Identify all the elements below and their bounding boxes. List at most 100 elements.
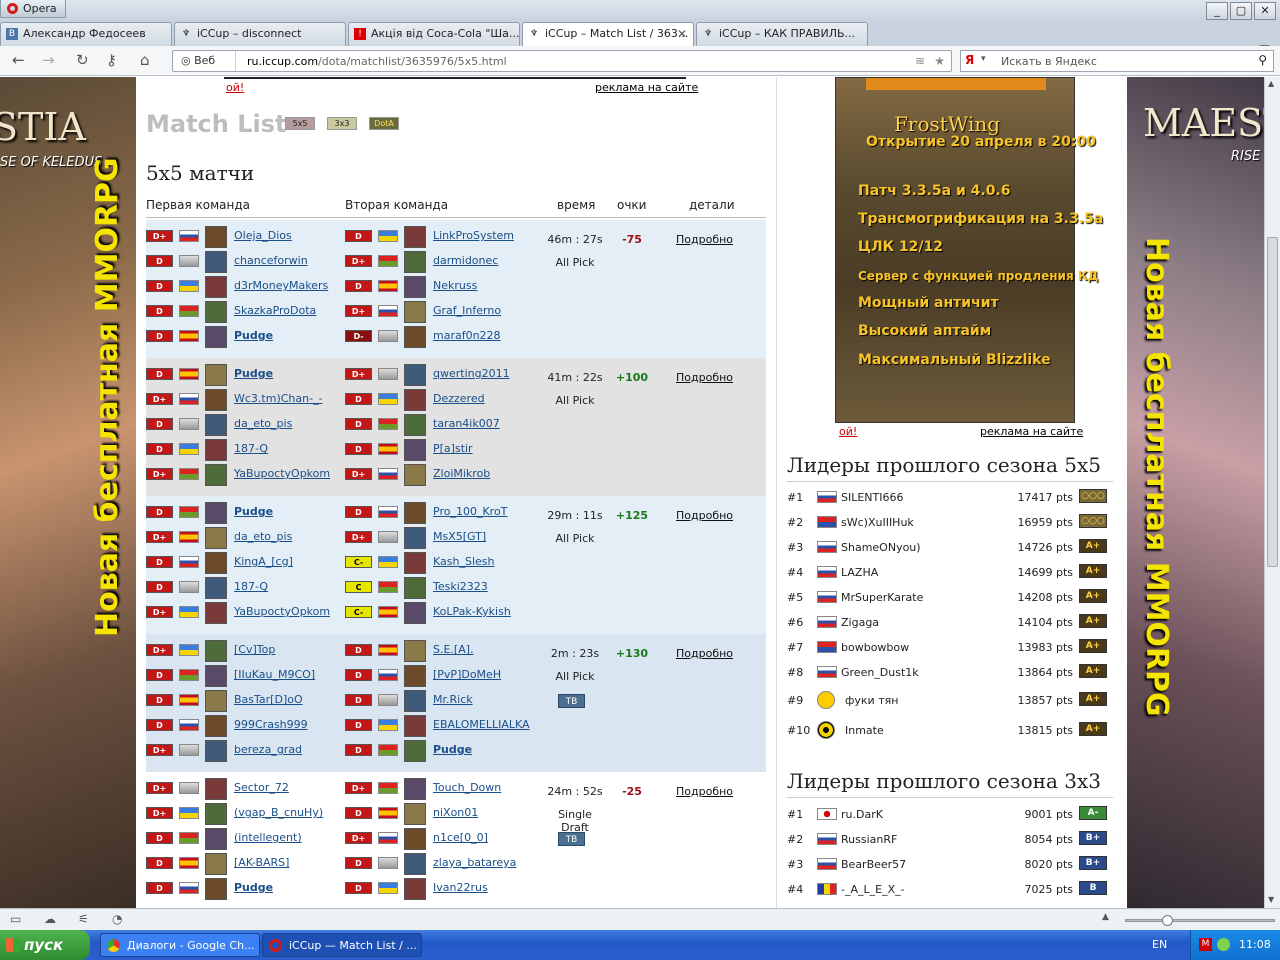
player-link[interactable]: Sector_72 [234,781,289,794]
ad-site-link[interactable]: реклама на сайте [595,81,698,94]
player-link[interactable]: [IIuKau_M9CO] [234,668,315,681]
player-link[interactable]: Oleja_Dios [234,229,292,242]
player-link[interactable]: n1ce[0_0] [433,831,488,844]
close-window-button[interactable]: ✕ [1254,2,1276,20]
tab-iccup-disconnect[interactable]: ♆ iCCup – disconnect [174,22,346,46]
player-link[interactable]: bereza_grad [234,743,302,756]
share-icon[interactable]: ⚟ [78,912,89,926]
task-opera[interactable]: iCCup — Match List / ... [262,933,422,957]
leader-name[interactable]: -_A_L_E_X_- [841,883,905,896]
player-link[interactable]: 187-Q [234,442,268,455]
side-ad-site-link[interactable]: реклама на сайте [980,425,1083,438]
forward-icon[interactable]: → [42,51,55,69]
player-link[interactable]: YaBupoctyOpkom [234,605,330,618]
leader-name[interactable]: ShameONyou) [841,541,921,554]
tab-match-list[interactable]: ♆ iCCup – Match List / 363... ✕ [522,22,694,47]
player-link[interactable]: [PvP]DoMeH [433,668,501,681]
home-icon[interactable]: ⌂ [140,51,150,69]
leader-name[interactable]: LAZHA [841,566,878,579]
key-icon[interactable]: ⚷ [106,51,117,69]
leader-name[interactable]: ru.DarK [841,808,883,821]
details-link[interactable]: Подробно [676,785,733,798]
leader-name[interactable]: Zigaga [841,616,879,629]
player-link[interactable]: Nekruss [433,279,477,292]
player-link[interactable]: Kash_Slesh [433,555,494,568]
player-link[interactable]: Dezzered [433,392,485,405]
player-link[interactable]: P[a]stir [433,442,473,455]
address-bar[interactable]: ◎ Веб ru.iccup.com/dota/matchlist/363597… [172,50,952,72]
player-link[interactable]: YaBupoctyOpkom [234,467,330,480]
player-link[interactable]: Mr.Rick [433,693,473,706]
search-box[interactable]: Я ▾ Искать в Яндекс ⚲ [960,50,1274,72]
leader-name[interactable]: фуки тян [845,694,898,707]
player-link[interactable]: Ivan22rus [433,881,488,894]
player-link[interactable]: Pudge [234,367,326,380]
zoom-out-icon[interactable]: ▲ [1102,912,1109,922]
player-link[interactable]: Graf_Inferno [433,304,501,317]
player-link[interactable]: Pudge [234,881,326,894]
player-link[interactable]: chanceforwin [234,254,308,267]
player-link[interactable]: EBALOMELLIALKA [433,718,530,731]
tab-coca-cola[interactable]: ! Акція від Coca-Cola "Ша... [348,22,520,46]
mode-3x3-icon[interactable]: 3x3 [327,117,357,130]
maximize-button[interactable]: ▢ [1230,2,1252,20]
search-input[interactable]: Искать в Яндекс [1001,55,1097,68]
player-link[interactable]: d3rMoneyMakers [234,279,328,292]
dota-icon[interactable]: DotA [369,117,399,130]
close-tab-icon[interactable]: ✕ [677,23,687,45]
start-button[interactable]: пуск [0,930,90,960]
search-icon[interactable]: ⚲ [1258,53,1267,67]
leader-name[interactable]: sWc)XuIIIHuk [841,516,914,529]
player-link[interactable]: Teski2323 [433,580,488,593]
leader-name[interactable]: RussianRF [841,833,897,846]
panel-toggle-icon[interactable]: ▭ [10,912,21,926]
player-link[interactable]: da_eto_pis [234,417,292,430]
player-link[interactable]: maraf0n228 [433,329,501,342]
side-ad-oi-link[interactable]: ой! [839,425,857,438]
yandex-icon[interactable]: Я [965,53,974,67]
player-link[interactable]: darmidonec [433,254,498,267]
player-link[interactable]: Pudge [433,743,525,756]
player-link[interactable]: niXon01 [433,806,478,819]
player-link[interactable]: zlaya_batareya [433,856,516,869]
leader-name[interactable]: Inmate [845,724,884,737]
mail-icon[interactable]: M [1199,938,1212,951]
left-ad-banner[interactable]: STIA SE OF KELEDUS Новая бесплатная MMOR… [0,77,136,908]
player-link[interactable]: (vgap_B_cnuHy) [234,806,323,819]
leader-name[interactable]: MrSuperKarate [841,591,923,604]
frostwing-ad[interactable]: FrostWing Открытие 20 апреля в 20:00 Пат… [835,77,1103,423]
scroll-down-icon[interactable]: ▼ [1268,895,1274,904]
tab-iccup-kak[interactable]: ♆ iCCup – КАК ПРАВИЛЬ... [696,22,868,46]
player-link[interactable]: 999Crash999 [234,718,308,731]
details-link[interactable]: Подробно [676,371,733,384]
top-ad-strip[interactable] [224,77,686,79]
player-link[interactable]: S.E.[A]. [433,643,474,656]
chevron-down-icon[interactable]: ▾ [981,54,986,64]
player-link[interactable]: qwerting2011 [433,367,510,380]
ad-oi-link[interactable]: ой! [226,81,244,94]
vertical-scrollbar[interactable]: ▲ ▼ [1264,77,1280,908]
player-link[interactable]: BasTar[D]oO [234,693,303,706]
rss-icon[interactable]: ≋ [915,54,925,68]
details-link[interactable]: Подробно [676,509,733,522]
reload-icon[interactable]: ↻ [76,51,89,69]
player-link[interactable]: Pudge [234,505,326,518]
scroll-thumb[interactable] [1267,237,1278,567]
player-link[interactable]: MsX5[GT] [433,530,486,543]
speed-icon[interactable]: ◔ [112,912,122,926]
player-link[interactable]: da_eto_pis [234,530,292,543]
leader-name[interactable]: bowbowbow [841,641,909,654]
player-link[interactable]: Pro_100_KroT [433,505,507,518]
tv-button[interactable]: ТВ [558,832,585,846]
zoom-slider[interactable] [1125,915,1275,926]
player-link[interactable]: Touch_Down [433,781,501,794]
url-text[interactable]: ru.iccup.com/dota/matchlist/3635976/5x5.… [247,55,507,68]
player-link[interactable]: [Cv]Top [234,643,275,656]
player-link[interactable]: taran4ik007 [433,417,500,430]
right-ad-banner[interactable]: MAEST RISE Новая бесплатная MMORPG [1127,77,1264,908]
scroll-up-icon[interactable]: ▲ [1268,79,1274,88]
minimize-button[interactable]: _ [1206,2,1228,20]
bookmark-star-icon[interactable]: ★ [934,54,945,68]
player-link[interactable]: 187-Q [234,580,268,593]
player-link[interactable]: SkazkaProDota [234,304,316,317]
